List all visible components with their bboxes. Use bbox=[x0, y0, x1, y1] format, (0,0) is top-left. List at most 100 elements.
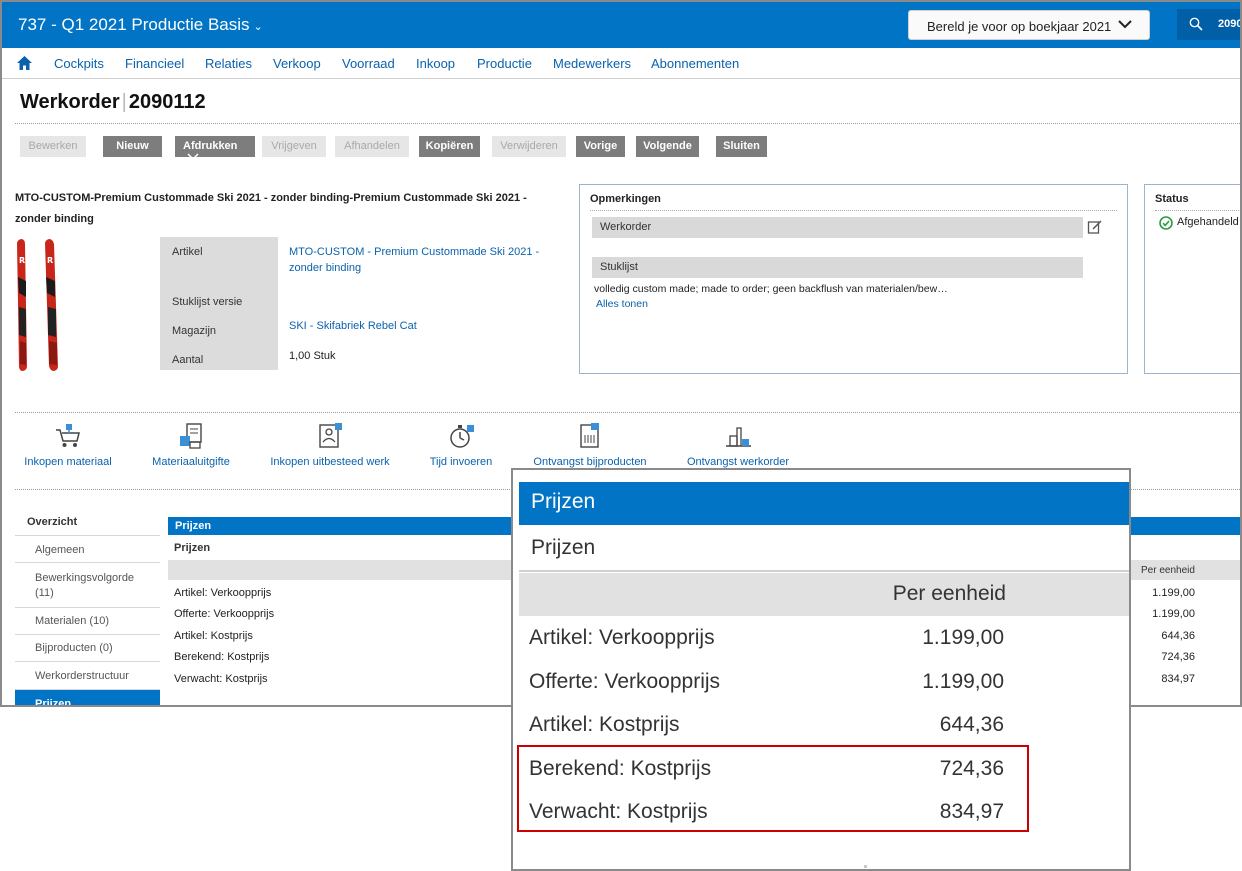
nav-item-cockpits[interactable]: Cockpits bbox=[54, 56, 104, 71]
outsource-icon bbox=[319, 423, 342, 448]
nav-item-relaties[interactable]: Relaties bbox=[205, 56, 252, 71]
prices-zoom-callout: Prijzen Prijzen Per eenheid Artikel: Ver… bbox=[511, 468, 1131, 871]
fiscal-year-button[interactable]: Bereld je voor op boekjaar 2021 bbox=[908, 10, 1150, 40]
remarks-stuklijst-text: volledig custom made; made to order; gee… bbox=[594, 283, 948, 295]
nav-item-verkoop[interactable]: Verkoop bbox=[273, 56, 321, 71]
sidebar-item-algemeen[interactable]: Algemeen bbox=[15, 536, 160, 563]
fiscal-year-label: Bereld je voor op boekjaar 2021 bbox=[927, 19, 1112, 34]
search-value: 2090 bbox=[1218, 18, 1242, 30]
nav-item-medewerkers[interactable]: Medewerkers bbox=[553, 56, 631, 71]
complete-button[interactable]: Afhandelen bbox=[335, 136, 409, 157]
action-receive-byproducts[interactable]: Ontvangst bijproducten bbox=[532, 422, 648, 468]
edit-button[interactable]: Bewerken bbox=[20, 136, 86, 157]
top-bar: 737 - Q1 2021 Productie Basis ⌄ Bereld je… bbox=[2, 2, 1242, 48]
price-row-value: 644,36 bbox=[1161, 630, 1195, 642]
sidebar-header: Overzicht bbox=[15, 509, 160, 536]
zoom-price-row-label: Artikel: Kostprijs bbox=[529, 713, 680, 736]
title-separator: | bbox=[121, 91, 127, 113]
status-badge: Afgehandeld bbox=[1177, 216, 1239, 228]
zoom-price-row-label: Artikel: Verkoopprijs bbox=[529, 626, 715, 649]
zoom-price-row-value: 1.199,00 bbox=[922, 626, 1004, 649]
nav-item-productie[interactable]: Productie bbox=[477, 56, 532, 71]
remarks-title: Opmerkingen bbox=[590, 193, 661, 205]
nav-item-inkoop[interactable]: Inkoop bbox=[416, 56, 455, 71]
action-label: Ontvangst bijproducten bbox=[533, 456, 647, 468]
field-value-artikel[interactable]: MTO-CUSTOM - Premium Custommade Ski 2021… bbox=[289, 244, 549, 276]
prices-subtitle: Prijzen bbox=[174, 542, 211, 554]
print-button[interactable]: Afdrukken bbox=[175, 136, 255, 161]
action-label: Inkopen materiaal bbox=[24, 456, 112, 468]
page-title: Werkorder | 2090112 bbox=[20, 91, 206, 114]
remarks-stuklijst-bar: Stuklijst bbox=[592, 257, 1083, 278]
column-header-per-eenheid: Per eenheid bbox=[1141, 565, 1195, 576]
price-row-value: 1.199,00 bbox=[1152, 608, 1195, 620]
price-row-value: 724,36 bbox=[1161, 651, 1195, 663]
delete-button[interactable]: Verwijderen bbox=[492, 136, 566, 157]
zoom-prices-header: Prijzen bbox=[519, 482, 1129, 525]
nav-item-voorraad[interactable]: Voorraad bbox=[342, 56, 395, 71]
division-selector[interactable]: 737 - Q1 2021 Productie Basis ⌄ bbox=[18, 15, 263, 35]
divider bbox=[15, 412, 1240, 413]
edit-note-icon[interactable] bbox=[1087, 219, 1103, 235]
divider bbox=[1155, 210, 1240, 211]
close-button[interactable]: Sluiten bbox=[716, 136, 767, 157]
sidebar-item-materialen[interactable]: Materialen (10) bbox=[15, 608, 160, 635]
division-title: 737 - Q1 2021 Productie Basis bbox=[18, 15, 250, 34]
action-purchase-material[interactable]: Inkopen materiaal bbox=[24, 422, 112, 468]
field-value-magazijn[interactable]: SKI - Skifabriek Rebel Cat bbox=[289, 318, 549, 334]
sidebar-item-prijzen[interactable]: Prijzen bbox=[15, 690, 160, 705]
zoom-price-row-label: Offerte: Verkoopprijs bbox=[529, 670, 721, 693]
nav-item-financieel[interactable]: Financieel bbox=[125, 56, 184, 71]
highlight-box bbox=[517, 745, 1029, 832]
svg-text:R: R bbox=[19, 256, 25, 265]
field-label-magazijn: Magazijn bbox=[160, 317, 278, 347]
action-purchase-outsourced[interactable]: Inkopen uitbesteed werk bbox=[269, 422, 391, 468]
price-row-label: Berekend: Kostprijs bbox=[174, 651, 270, 663]
search-box[interactable]: 2090 bbox=[1177, 9, 1242, 40]
sidebar-item-bijproducten[interactable]: Bijproducten (0) bbox=[15, 635, 160, 662]
receipt-icon bbox=[726, 427, 751, 447]
price-row-label: Artikel: Kostprijs bbox=[174, 630, 253, 642]
action-material-issue[interactable]: Materiaaluitgifte bbox=[150, 422, 232, 468]
release-button[interactable]: Vrijgeven bbox=[262, 136, 326, 157]
action-label: Tijd invoeren bbox=[429, 456, 493, 468]
home-icon[interactable] bbox=[16, 55, 33, 71]
divider bbox=[519, 570, 1129, 572]
remarks-werkorder-bar: Werkorder bbox=[592, 217, 1083, 238]
price-row-value: 834,97 bbox=[1161, 673, 1195, 685]
zoom-table-header: Per eenheid bbox=[519, 573, 1129, 616]
copy-button[interactable]: Kopiëren bbox=[419, 136, 480, 157]
print-button-label: Afdrukken bbox=[183, 140, 238, 152]
field-value-aantal: 1,00 Stuk bbox=[289, 350, 336, 362]
field-label-aantal: Aantal bbox=[160, 347, 278, 370]
remarks-panel: Opmerkingen Werkorder Stuklijst volledig… bbox=[579, 184, 1128, 374]
previous-button[interactable]: Vorige bbox=[576, 136, 625, 157]
main-nav: Cockpits Financieel Relaties Verkoop Voo… bbox=[2, 48, 1240, 79]
zoom-price-row-value: 644,36 bbox=[939, 713, 1004, 736]
cart-icon bbox=[56, 424, 80, 447]
action-enter-time[interactable]: Tijd invoeren bbox=[427, 422, 495, 468]
decorative-dot bbox=[864, 865, 867, 868]
action-label: Ontvangst werkorder bbox=[686, 456, 790, 468]
zoom-prices-subtitle: Prijzen bbox=[531, 536, 596, 559]
svg-text:R: R bbox=[47, 256, 53, 265]
page-title-type: Werkorder bbox=[20, 91, 120, 113]
search-icon bbox=[1189, 17, 1203, 31]
issue-icon bbox=[180, 423, 202, 449]
zoom-column-header: Per eenheid bbox=[892, 582, 1006, 605]
nav-item-abonnementen[interactable]: Abonnementen bbox=[651, 56, 739, 71]
zoom-price-row-value: 1.199,00 bbox=[922, 670, 1004, 693]
show-all-link[interactable]: Alles tonen bbox=[596, 298, 648, 310]
status-title: Status bbox=[1155, 193, 1189, 205]
new-button[interactable]: Nieuw bbox=[103, 136, 162, 157]
field-label-artikel: Artikel bbox=[160, 237, 278, 287]
next-button[interactable]: Volgende bbox=[636, 136, 699, 157]
price-row-value: 1.199,00 bbox=[1152, 587, 1195, 599]
action-label: Inkopen uitbesteed werk bbox=[270, 456, 390, 468]
stopwatch-icon bbox=[450, 425, 474, 448]
sidebar-item-bewerkingsvolgorde[interactable]: Bewerkingsvolgorde (11) bbox=[15, 563, 160, 608]
sidebar-item-werkorderstructuur[interactable]: Werkorderstructuur bbox=[15, 662, 160, 690]
check-circle-icon bbox=[1159, 216, 1173, 230]
action-receive-workorder[interactable]: Ontvangst werkorder bbox=[686, 422, 790, 468]
divider bbox=[590, 210, 1117, 211]
